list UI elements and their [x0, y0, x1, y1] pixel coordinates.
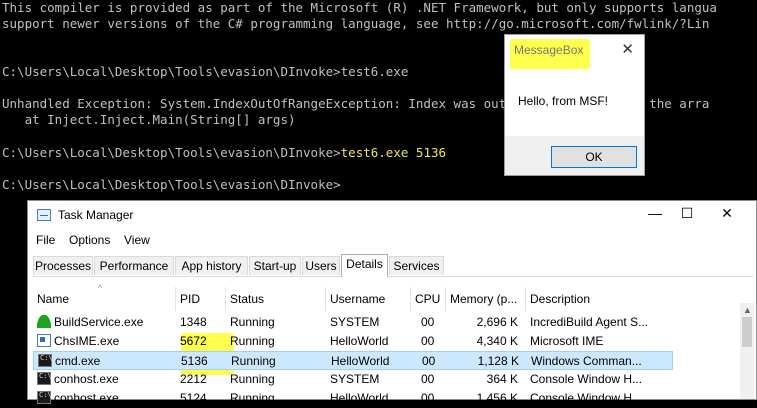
title-bar: Task Manager — ☐ ✕ — [28, 201, 757, 229]
task-manager-icon — [37, 209, 51, 221]
messagebox-title: MessageBox — [513, 43, 585, 57]
column-status[interactable]: Status — [226, 287, 326, 311]
process-status: Running — [231, 354, 276, 368]
ok-button[interactable]: OK — [551, 146, 637, 168]
console-line: C:\Users\Local\Desktop\Tools\evasion\DIn… — [2, 145, 446, 161]
process-memory: 1,456 K — [476, 391, 518, 405]
process-name: BuildService.exe — [54, 315, 144, 329]
scroll-up-icon[interactable]: ▲ — [743, 305, 752, 315]
process-memory: 364 K — [486, 372, 518, 386]
process-description: IncrediBuild Agent S... — [530, 315, 649, 329]
process-pid: 2212 — [180, 372, 207, 386]
close-icon[interactable]: ✕ — [712, 205, 742, 222]
process-name: conhost.exe — [54, 372, 119, 386]
close-icon[interactable]: ✕ — [621, 40, 634, 58]
process-cpu: 00 — [422, 354, 436, 368]
process-memory: 4,340 K — [476, 334, 518, 348]
process-user: SYSTEM — [330, 315, 380, 329]
column-memory[interactable]: Memory (p... — [446, 287, 526, 311]
process-user: HelloWorld — [331, 354, 390, 368]
console-line: support newer versions of the C# program… — [2, 16, 710, 31]
console-line: at Inject.Inject.Main(String[] args) — [2, 112, 296, 127]
column-description[interactable]: Description — [526, 287, 656, 311]
maximize-icon[interactable]: ☐ — [672, 205, 702, 222]
vertical-scrollbar[interactable]: ▲ — [740, 303, 754, 399]
tab-details[interactable]: Details — [341, 254, 388, 277]
menu-bar: File Options View — [28, 231, 757, 249]
menu-file[interactable]: File — [36, 233, 55, 247]
process-description: Microsoft IME — [530, 334, 604, 348]
menu-view[interactable]: View — [124, 233, 150, 247]
minimize-icon[interactable]: — — [640, 205, 670, 221]
console-command: test6.exe 5136 — [340, 145, 447, 160]
table-row[interactable]: conhost.exe 5124 Running HelloWorld 00 1… — [33, 389, 673, 408]
messagebox-footer: OK — [505, 136, 644, 175]
table-row[interactable]: ChsIME.exe 5672 Running HelloWorld 00 4,… — [33, 332, 673, 351]
process-cpu: 00 — [421, 372, 435, 386]
process-user: HelloWorld — [330, 334, 389, 348]
process-pid: 5124 — [180, 391, 207, 405]
process-memory: 1,128 K — [477, 354, 519, 368]
process-cpu: 00 — [421, 334, 435, 348]
column-username[interactable]: Username — [326, 287, 411, 311]
process-name: conhost.exe — [54, 391, 119, 405]
table-row[interactable]: conhost.exe 2212 Running SYSTEM 00 364 K… — [33, 370, 673, 389]
process-user: SYSTEM — [330, 372, 380, 386]
process-status: Running — [230, 372, 275, 386]
console-line: C:\Users\Local\Desktop\Tools\evasion\DIn… — [2, 177, 341, 192]
table-row-selected[interactable]: cmd.exe 5136 Running HelloWorld 00 1,128… — [33, 351, 673, 370]
tab-bar: Processes Performance App history Start-… — [33, 254, 753, 277]
column-name[interactable]: Name — [33, 287, 176, 311]
process-pid: 1348 — [180, 315, 207, 329]
process-status: Running — [230, 334, 275, 348]
tab-services[interactable]: Services — [389, 256, 444, 275]
process-cpu: 00 — [421, 391, 435, 405]
process-name: cmd.exe — [55, 354, 101, 368]
process-description: Console Window H... — [530, 372, 643, 386]
messagebox-text: Hello, from MSF! — [518, 94, 609, 108]
menu-options[interactable]: Options — [69, 233, 110, 247]
process-memory: 2,696 K — [476, 315, 518, 329]
process-status: Running — [230, 391, 275, 405]
process-cpu: 00 — [421, 315, 435, 329]
process-user: HelloWorld — [330, 391, 389, 405]
table-row[interactable]: BuildService.exe 1348 Running SYSTEM 00 … — [33, 313, 673, 332]
column-cpu[interactable]: CPU — [411, 287, 446, 311]
scroll-thumb[interactable] — [742, 317, 752, 347]
console-line: C:\Users\Local\Desktop\Tools\evasion\DIn… — [2, 64, 409, 79]
process-description: Windows Comman... — [531, 354, 642, 368]
console-prompt: C:\Users\Local\Desktop\Tools\evasion\DIn… — [2, 145, 341, 160]
process-pid: 5136 — [181, 354, 208, 368]
tab-processes[interactable]: Processes — [33, 256, 93, 275]
console-icon — [38, 354, 53, 367]
person-icon — [37, 315, 51, 328]
column-pid[interactable]: PID — [176, 287, 226, 311]
tab-users[interactable]: Users — [302, 256, 340, 275]
console-icon — [37, 372, 52, 385]
process-name: ChsIME.exe — [54, 334, 120, 348]
ime-icon — [37, 334, 51, 347]
process-status: Running — [230, 315, 275, 329]
process-description: Console Window H... — [530, 391, 643, 405]
console-icon — [37, 391, 52, 404]
tab-performance[interactable]: Performance — [94, 256, 174, 275]
messagebox-dialog: MessageBox ✕ Hello, from MSF! OK — [504, 34, 645, 176]
tab-start-up[interactable]: Start-up — [249, 256, 301, 275]
tab-app-history[interactable]: App history — [175, 256, 248, 275]
console-line: This compiler is provided as part of the… — [2, 0, 717, 15]
process-pid: 5672 — [180, 334, 207, 348]
window-title: Task Manager — [58, 208, 134, 222]
task-manager-window: Task Manager — ☐ ✕ File Options View Pro… — [27, 200, 757, 405]
